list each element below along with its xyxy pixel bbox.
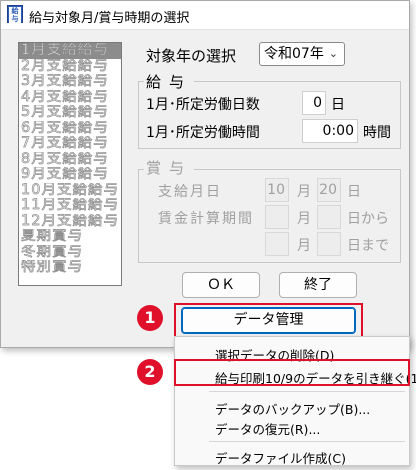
period-to-unit: 日まで [347,238,389,254]
list-item[interactable]: 1月支給給与 [19,43,121,59]
list-item[interactable]: 特別賞与 [19,260,121,276]
menu-item-restore[interactable]: データの復元(R)... [215,419,320,438]
pay-day-unit: 日 [347,184,361,200]
data-menu: 選択データの削除(D) 給与印刷10/9のデータを引き継ぐ(1) データのバック… [174,336,416,467]
period-to-month-input[interactable] [265,232,289,256]
work-days-input[interactable]: 0 [302,91,326,115]
period-from-unit: 日から [347,211,389,227]
ok-button[interactable]: ＯＫ [182,272,260,298]
work-hours-unit: 時間 [363,125,391,141]
menu-item-backup[interactable]: データのバックアップ(B)... [215,399,370,418]
list-item[interactable]: 12月支給給与 [19,214,121,230]
list-item[interactable]: 4月支給給与 [19,90,121,106]
list-item[interactable]: 6月支給給与 [19,121,121,137]
list-item[interactable]: 夏期賞与 [19,229,121,245]
year-select[interactable]: 令和07年 ⌄ [259,42,345,66]
pay-month-input[interactable]: 10 [265,178,289,202]
title-bar: 給与 給与対象月/賞与時期の選択 [1,1,409,30]
list-item[interactable]: 2月支給給与 [19,59,121,75]
year-select-value: 令和07年 [264,46,324,62]
list-item[interactable]: 8月支給給与 [19,152,121,168]
period-from-day-input[interactable] [317,205,341,229]
period-from-month-input[interactable] [265,205,289,229]
list-item[interactable]: 10月支給給与 [19,183,121,199]
chevron-down-icon: ⌄ [328,47,338,60]
work-hours-input[interactable]: 0:00 [302,119,358,143]
window-title: 給与対象月/賞与時期の選択 [29,11,190,26]
exit-button[interactable]: 終了 [279,272,357,298]
data-manage-button[interactable]: データ管理 [181,307,356,334]
menu-separator [209,391,405,392]
work-hours-label: 1月･所定労働時間 [146,125,260,141]
step-badge-2: 2 [137,359,163,385]
menu-separator [209,441,405,442]
salary-group-label: 給与 [144,71,195,92]
work-days-label: 1月･所定労働日数 [146,97,260,113]
year-label: 対象年の選択 [146,47,237,65]
pay-month-unit: 月 [297,184,311,200]
work-days-unit: 日 [331,97,345,113]
list-item[interactable]: 9月支給給与 [19,167,121,183]
period-to-month-unit: 月 [297,238,311,254]
pay-date-label: 支給月日 [158,184,222,200]
step-badge-1: 1 [137,305,163,331]
month-list[interactable]: 1月支給給与 2月支給給与 3月支給給与 4月支給給与 5月支給給与 6月支給給… [18,42,122,286]
pay-day-input[interactable]: 20 [317,178,341,202]
menu-item-create-file[interactable]: データファイル作成(C) [215,448,346,467]
list-item[interactable]: 11月支給給与 [19,198,121,214]
list-item[interactable]: 7月支給給与 [19,136,121,152]
period-to-day-input[interactable] [317,232,341,256]
highlight-box-2 [174,359,410,386]
calc-period-label: 賃金計算期間 [158,211,254,227]
dialog-window: 給与 給与対象月/賞与時期の選択 1月支給給与 2月支給給与 3月支給給与 4月… [0,0,410,348]
list-item[interactable]: 3月支給給与 [19,74,121,90]
list-item[interactable]: 5月支給給与 [19,105,121,121]
app-icon: 給与 [7,5,23,23]
list-item[interactable]: 冬期賞与 [19,245,121,261]
bonus-group-label: 賞与 [144,157,195,178]
period-from-month-unit: 月 [297,211,311,227]
